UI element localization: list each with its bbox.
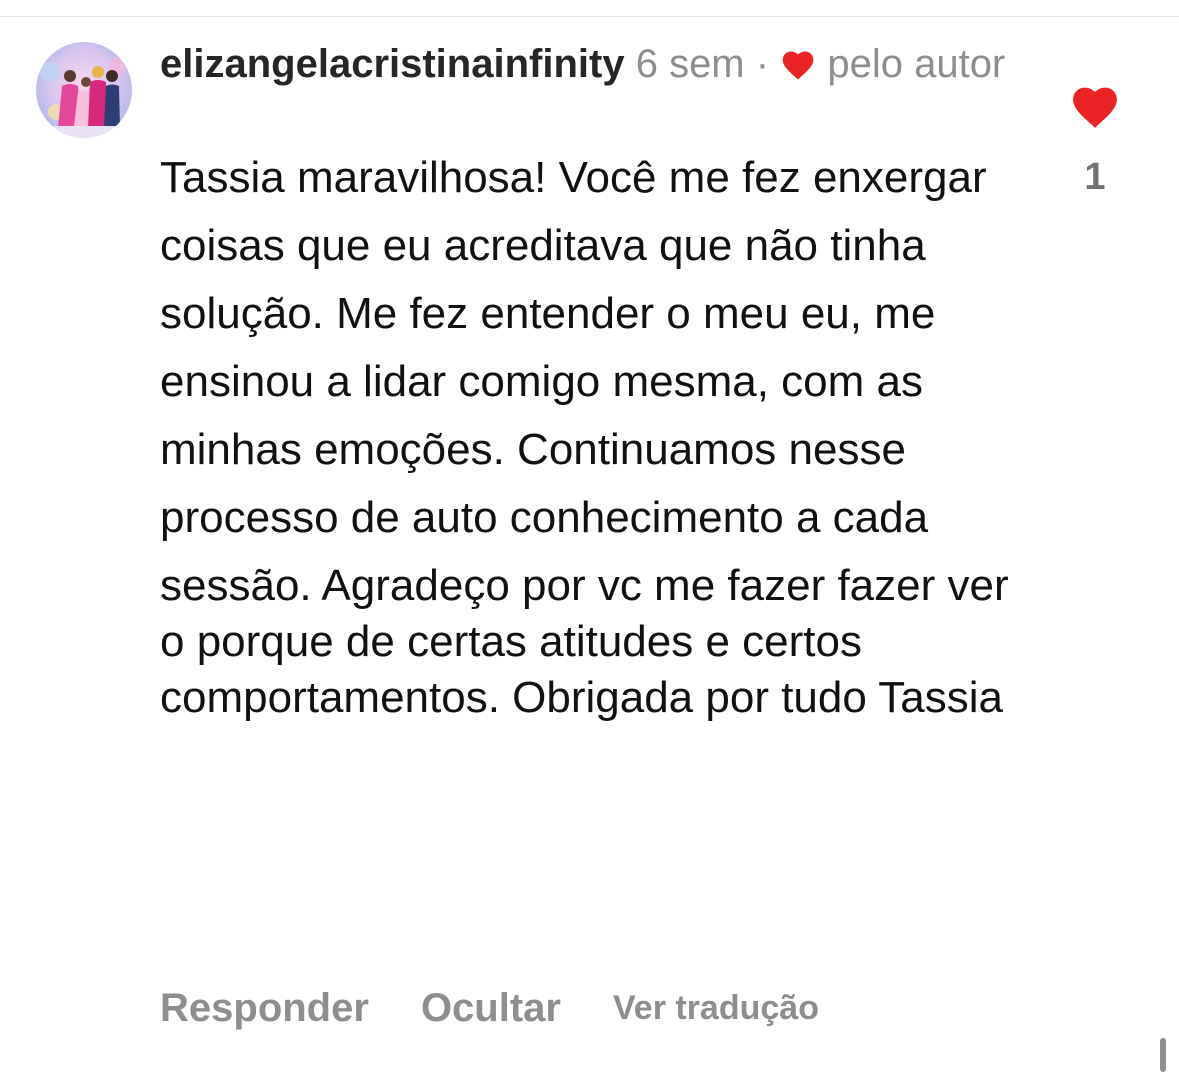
translate-button[interactable]: Ver tradução: [613, 989, 819, 1028]
scrollbar[interactable]: [1160, 1038, 1166, 1072]
avatar-image: [36, 42, 132, 138]
comment-paragraph: solução. Me fez entender o meu eu, me: [160, 289, 936, 338]
liked-by-author-label: pelo autor: [827, 42, 1006, 86]
like-count: 1: [1084, 156, 1106, 198]
comment-username[interactable]: elizangelacristinainfinity: [160, 42, 625, 86]
profile-avatar[interactable]: [36, 42, 132, 138]
heart-icon: [780, 44, 816, 80]
hide-button[interactable]: Ocultar: [421, 986, 561, 1031]
reply-button[interactable]: Responder: [160, 986, 369, 1031]
comment-paragraph: sessão. Agradeço por vc me fazer fazer v…: [160, 561, 1009, 722]
comment-paragraph: Tassia maravilhosa! Você me fez enxergar: [160, 153, 987, 202]
meta-separator: ·: [755, 42, 770, 86]
comment-time: 6 sem: [635, 42, 745, 86]
comment-paragraph: minhas emoções. Continuamos nesse: [160, 425, 906, 474]
comment-body: Tassia maravilhosa! Você me fez enxergar…: [160, 150, 1030, 738]
heart-filled-icon[interactable]: [1070, 84, 1120, 130]
comment-header: elizangelacristinainfinity 6 sem · pelo …: [160, 40, 1040, 88]
comment-actions: Responder Ocultar Ver tradução: [160, 984, 819, 1032]
comment-paragraph: processo de auto conhecimento a cada: [160, 493, 929, 542]
comment-paragraph: coisas que eu acreditava que não tinha: [160, 221, 926, 270]
top-divider: [0, 16, 1179, 17]
comment-paragraph: ensinou a lidar comigo mesma, com as: [160, 357, 923, 406]
